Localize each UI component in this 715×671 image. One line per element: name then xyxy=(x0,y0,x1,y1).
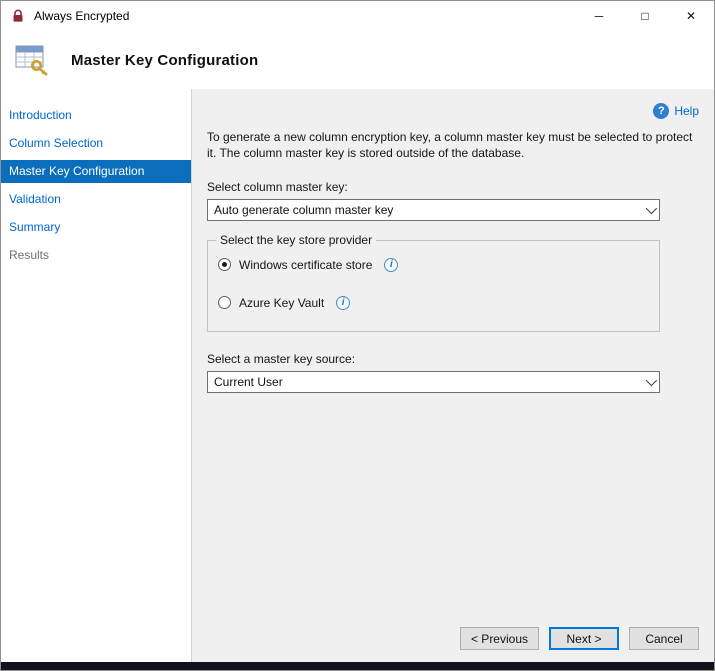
wizard-steps-sidebar: Introduction Column Selection Master Key… xyxy=(1,89,191,662)
master-key-source-dropdown-value: Current User xyxy=(214,375,640,389)
radio-azure-key-vault-label: Azure Key Vault xyxy=(239,296,324,310)
close-button[interactable]: ✕ xyxy=(668,1,714,31)
content-spacer xyxy=(207,393,699,627)
chevron-down-icon xyxy=(640,200,659,220)
sidebar-item-column-selection[interactable]: Column Selection xyxy=(1,132,191,155)
help-link[interactable]: Help xyxy=(674,104,699,118)
window-controls: ─ □ ✕ xyxy=(576,1,714,31)
next-button[interactable]: Next > xyxy=(549,627,619,650)
content-area: ? Help To generate a new column encrypti… xyxy=(191,89,714,662)
chevron-down-icon xyxy=(640,372,659,392)
help-icon[interactable]: ? xyxy=(653,103,669,119)
cancel-button[interactable]: Cancel xyxy=(629,627,699,650)
sidebar-item-master-key-configuration[interactable]: Master Key Configuration xyxy=(1,160,191,183)
previous-button[interactable]: < Previous xyxy=(460,627,539,650)
master-key-dropdown[interactable]: Auto generate column master key xyxy=(207,199,660,221)
radio-unselected-icon[interactable] xyxy=(218,296,231,309)
info-icon[interactable]: i xyxy=(384,258,398,272)
wizard-footer: < Previous Next > Cancel xyxy=(207,627,699,650)
master-key-source-dropdown[interactable]: Current User xyxy=(207,371,660,393)
help-row: ? Help xyxy=(207,102,699,119)
key-store-provider-label: Select the key store provider xyxy=(216,233,376,247)
wizard-header: Master Key Configuration xyxy=(1,31,714,89)
radio-windows-certificate-store-label: Windows certificate store xyxy=(239,258,372,272)
table-key-icon xyxy=(13,42,51,78)
lock-icon xyxy=(10,8,26,24)
intro-text: To generate a new column encryption key,… xyxy=(207,130,705,162)
maximize-button[interactable]: □ xyxy=(622,1,668,31)
sidebar-item-validation[interactable]: Validation xyxy=(1,188,191,211)
radio-windows-certificate-store[interactable]: Windows certificate store i xyxy=(218,258,649,272)
master-key-label: Select column master key: xyxy=(207,180,699,194)
sidebar-item-summary[interactable]: Summary xyxy=(1,216,191,239)
info-icon[interactable]: i xyxy=(336,296,350,310)
always-encrypted-wizard-window: Always Encrypted ─ □ ✕ Master Key Config… xyxy=(0,0,715,671)
page-title: Master Key Configuration xyxy=(71,52,258,69)
radio-azure-key-vault[interactable]: Azure Key Vault i xyxy=(218,296,649,310)
minimize-button[interactable]: ─ xyxy=(576,1,622,31)
titlebar: Always Encrypted ─ □ ✕ xyxy=(1,1,714,31)
key-store-provider-group: Select the key store provider Windows ce… xyxy=(207,240,660,332)
sidebar-item-introduction[interactable]: Introduction xyxy=(1,104,191,127)
sidebar-item-results: Results xyxy=(1,244,191,267)
master-key-source-label: Select a master key source: xyxy=(207,352,699,366)
master-key-dropdown-value: Auto generate column master key xyxy=(214,203,640,217)
window-bottom-edge xyxy=(1,662,714,670)
window-title: Always Encrypted xyxy=(34,9,129,23)
radio-selected-icon[interactable] xyxy=(218,258,231,271)
